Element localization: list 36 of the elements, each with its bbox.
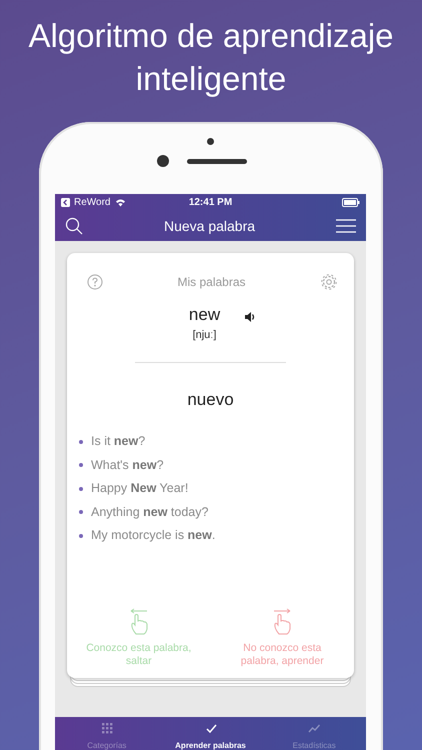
example-sentence: My motorcycle is new. (91, 527, 216, 544)
wifi-icon (114, 198, 126, 207)
example-sentence: Happy New Year! (91, 480, 188, 498)
word-text: new (188, 305, 220, 325)
tab-button[interactable]: Estadísticas (262, 717, 366, 750)
screen-title: Nueva palabra (164, 216, 256, 236)
speaker-icon[interactable] (244, 311, 256, 323)
menu-icon[interactable] (336, 219, 356, 233)
action-label[interactable]: No conozco esta palabra, aprender (227, 642, 338, 668)
back-icon[interactable] (61, 198, 70, 207)
bullet-dot (79, 534, 83, 538)
bullet-dot (79, 486, 83, 491)
translation-text: nuevo (187, 388, 234, 410)
chart-icon (308, 722, 320, 734)
battery-icon (342, 198, 360, 207)
back-app-link[interactable]: ReWord (74, 195, 110, 210)
bullet-dot (79, 510, 83, 514)
search-icon (66, 218, 82, 234)
action-label[interactable]: Conozco esta palabra, saltar (84, 642, 194, 668)
bullet-dot (79, 463, 83, 468)
headline: Algoritmo de aprendizaje inteligente (27, 16, 395, 99)
status-time: 12:41 PM (188, 196, 234, 210)
deck-name: Mis palabras (177, 274, 246, 291)
tab-button[interactable]: Aprender palabras (158, 717, 262, 750)
sensor-dot (207, 138, 214, 145)
example-sentence: Anything new today? (91, 504, 208, 521)
speaker-grille (187, 159, 247, 164)
transcription-text: [njuː] (192, 328, 216, 343)
check-icon (204, 722, 216, 734)
search-icon[interactable] (65, 217, 83, 235)
tab-button[interactable]: Categorías (55, 717, 159, 750)
example-sentence: What's new? (91, 456, 164, 474)
front-camera (157, 155, 169, 167)
grid-icon (100, 722, 113, 734)
bullet-dot (79, 440, 83, 444)
example-sentence: Is it new? (91, 433, 146, 450)
